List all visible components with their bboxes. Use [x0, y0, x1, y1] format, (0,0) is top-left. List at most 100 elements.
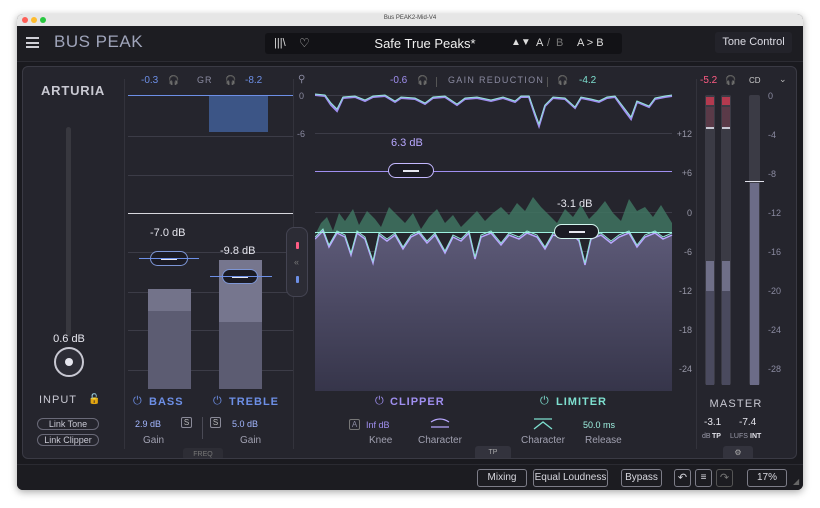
- preset-nav-arrows[interactable]: ▲▼: [511, 37, 531, 48]
- equal-loudness-button[interactable]: Equal Loudness: [533, 469, 608, 487]
- master-lufs-value: -7.4: [739, 417, 757, 428]
- plugin-window: Bus PEAK2-Mid-V4 BUS PEAK |||\ ♡ Safe Tr…: [17, 14, 803, 490]
- footer-bar: Mixing Equal Loudness Bypass ↶ ≡ ↷ 17% ◢: [17, 464, 803, 490]
- preset-name[interactable]: Safe True Peaks*: [360, 36, 490, 51]
- bass-solo-button[interactable]: S: [181, 417, 192, 428]
- scale-tick: -12: [678, 286, 692, 296]
- clipper-power-icon[interactable]: ⏻: [375, 395, 384, 408]
- tone-reference-line: [128, 213, 294, 214]
- master-scale-tick: 0: [768, 91, 774, 101]
- limiter-threshold-line: [315, 232, 672, 233]
- bypass-button[interactable]: Bypass: [621, 469, 662, 487]
- input-gain-track[interactable]: [66, 127, 71, 337]
- clipper-character-label: Character: [418, 435, 462, 446]
- main-panel: ARTURIA 0.6 dB INPUT 🔓 Link Tone Link Cl…: [22, 66, 797, 459]
- input-gain-knob[interactable]: [54, 347, 84, 377]
- bass-meter: [148, 289, 191, 389]
- window-title: Bus PEAK2-Mid-V4: [383, 15, 437, 21]
- master-lufs-unit: LUFS: [730, 433, 748, 440]
- app-name: BUS PEAK: [54, 32, 144, 51]
- history-list-icon[interactable]: ≡: [695, 469, 712, 487]
- gr-tick-6: -6: [297, 129, 306, 139]
- lock-icon[interactable]: 🔓: [88, 394, 100, 405]
- add-node-icon[interactable]: ⚲: [298, 74, 305, 85]
- headphone-icon[interactable]: 🎧: [417, 75, 428, 86]
- clipper-character-icon[interactable]: [429, 417, 451, 431]
- true-peak-tab[interactable]: TP: [475, 446, 511, 458]
- limiter-power-icon[interactable]: ⏻: [540, 395, 549, 408]
- treble-threshold-line: [210, 276, 272, 277]
- section-collapse-tab[interactable]: «: [286, 227, 308, 297]
- treble-gain-label: Gain: [240, 435, 262, 446]
- ab-a-button[interactable]: A: [536, 37, 543, 49]
- divider: [696, 79, 697, 449]
- treble-solo-button[interactable]: S: [210, 417, 221, 428]
- scale-tick: 0: [686, 208, 692, 218]
- scale-tick: -18: [678, 325, 692, 335]
- ab-b-button[interactable]: B: [556, 37, 563, 49]
- headphone-icon[interactable]: 🎧: [725, 75, 736, 86]
- scale-tick: +6: [681, 168, 692, 178]
- lufs-meter: [745, 95, 764, 385]
- treble-power-icon[interactable]: ⏻: [213, 395, 222, 408]
- limiter-label: LIMITER: [556, 396, 607, 408]
- link-clipper-button[interactable]: Link Clipper: [37, 434, 99, 446]
- library-icon[interactable]: |||\: [274, 37, 286, 49]
- toolbar: BUS PEAK |||\ ♡ Safe True Peaks* ▲▼ A / …: [17, 26, 803, 62]
- redo-icon[interactable]: ↷: [716, 469, 733, 487]
- master-scale-tick: -8: [768, 169, 777, 179]
- window-titlebar: Bus PEAK2-Mid-V4: [17, 14, 803, 26]
- master-scale-tick: -24: [768, 325, 782, 335]
- heart-icon[interactable]: ♡: [299, 36, 310, 50]
- headphone-icon[interactable]: 🎧: [168, 75, 179, 86]
- treble-gain-value[interactable]: 5.0 dB: [232, 419, 258, 429]
- clipper-knee-value[interactable]: Inf dB: [366, 420, 390, 430]
- resize-grip-icon[interactable]: ◢: [793, 477, 799, 486]
- link-tone-button[interactable]: Link Tone: [37, 418, 99, 430]
- mixing-button[interactable]: Mixing: [477, 469, 527, 487]
- master-scale-tick: -20: [768, 286, 782, 296]
- chevron-down-icon[interactable]: ⌄: [779, 74, 787, 85]
- settings-gear-icon[interactable]: ⚙: [723, 446, 753, 458]
- ab-copy-button[interactable]: A > B: [577, 37, 604, 49]
- gain-reduction-graph: [315, 93, 673, 130]
- gr-right-value: -4.2: [579, 75, 597, 86]
- limiter-waveform: [315, 197, 673, 391]
- master-scale-tick: -4: [768, 130, 777, 140]
- gr-label: GR: [197, 75, 213, 85]
- master-label: MASTER: [709, 398, 763, 410]
- clipper-threshold-handle[interactable]: [388, 163, 434, 178]
- limiter-release-value[interactable]: 50.0 ms: [583, 420, 615, 430]
- master-scale-tick: -12: [768, 208, 782, 218]
- bass-gain-label: Gain: [143, 435, 165, 446]
- undo-icon[interactable]: ↶: [674, 469, 691, 487]
- limiter-threshold-handle[interactable]: [554, 224, 599, 239]
- auto-badge[interactable]: A: [349, 419, 360, 430]
- clipper-threshold-line: [315, 171, 672, 172]
- master-scale-tick: -16: [768, 247, 782, 257]
- bass-gain-value[interactable]: 2.9 dB: [135, 419, 161, 429]
- master-lufs-label: INT: [750, 433, 762, 440]
- headphone-icon[interactable]: 🎧: [557, 75, 568, 86]
- grid-line: [128, 136, 294, 137]
- hamburger-menu-icon[interactable]: [26, 37, 39, 48]
- clipper-knee-label: Knee: [369, 435, 393, 446]
- bass-power-icon[interactable]: ⏻: [133, 395, 142, 408]
- arturia-logo: ARTURIA: [40, 83, 106, 98]
- treble-handle-value: -9.8 dB: [220, 245, 256, 257]
- treble-label: TREBLE: [229, 396, 279, 408]
- tone-control-button[interactable]: Tone Control: [715, 32, 792, 53]
- zoom-percentage[interactable]: 17%: [747, 469, 787, 487]
- grid-line: [128, 175, 294, 176]
- master-scale-tick: -28: [768, 364, 782, 374]
- gr-left-value: -0.6: [390, 75, 408, 86]
- gr-tick-0: 0: [299, 91, 305, 101]
- treble-gr-bar: [209, 96, 268, 132]
- bass-threshold-line: [139, 258, 199, 259]
- scale-tick: +12: [676, 129, 692, 139]
- freq-drawer-tab[interactable]: FREQ: [183, 448, 223, 458]
- master-tp-unit: dB: [702, 433, 711, 440]
- limiter-character-icon[interactable]: [532, 417, 554, 431]
- headphone-icon[interactable]: 🎧: [225, 75, 236, 86]
- input-gain-value: 0.6 dB: [53, 333, 85, 345]
